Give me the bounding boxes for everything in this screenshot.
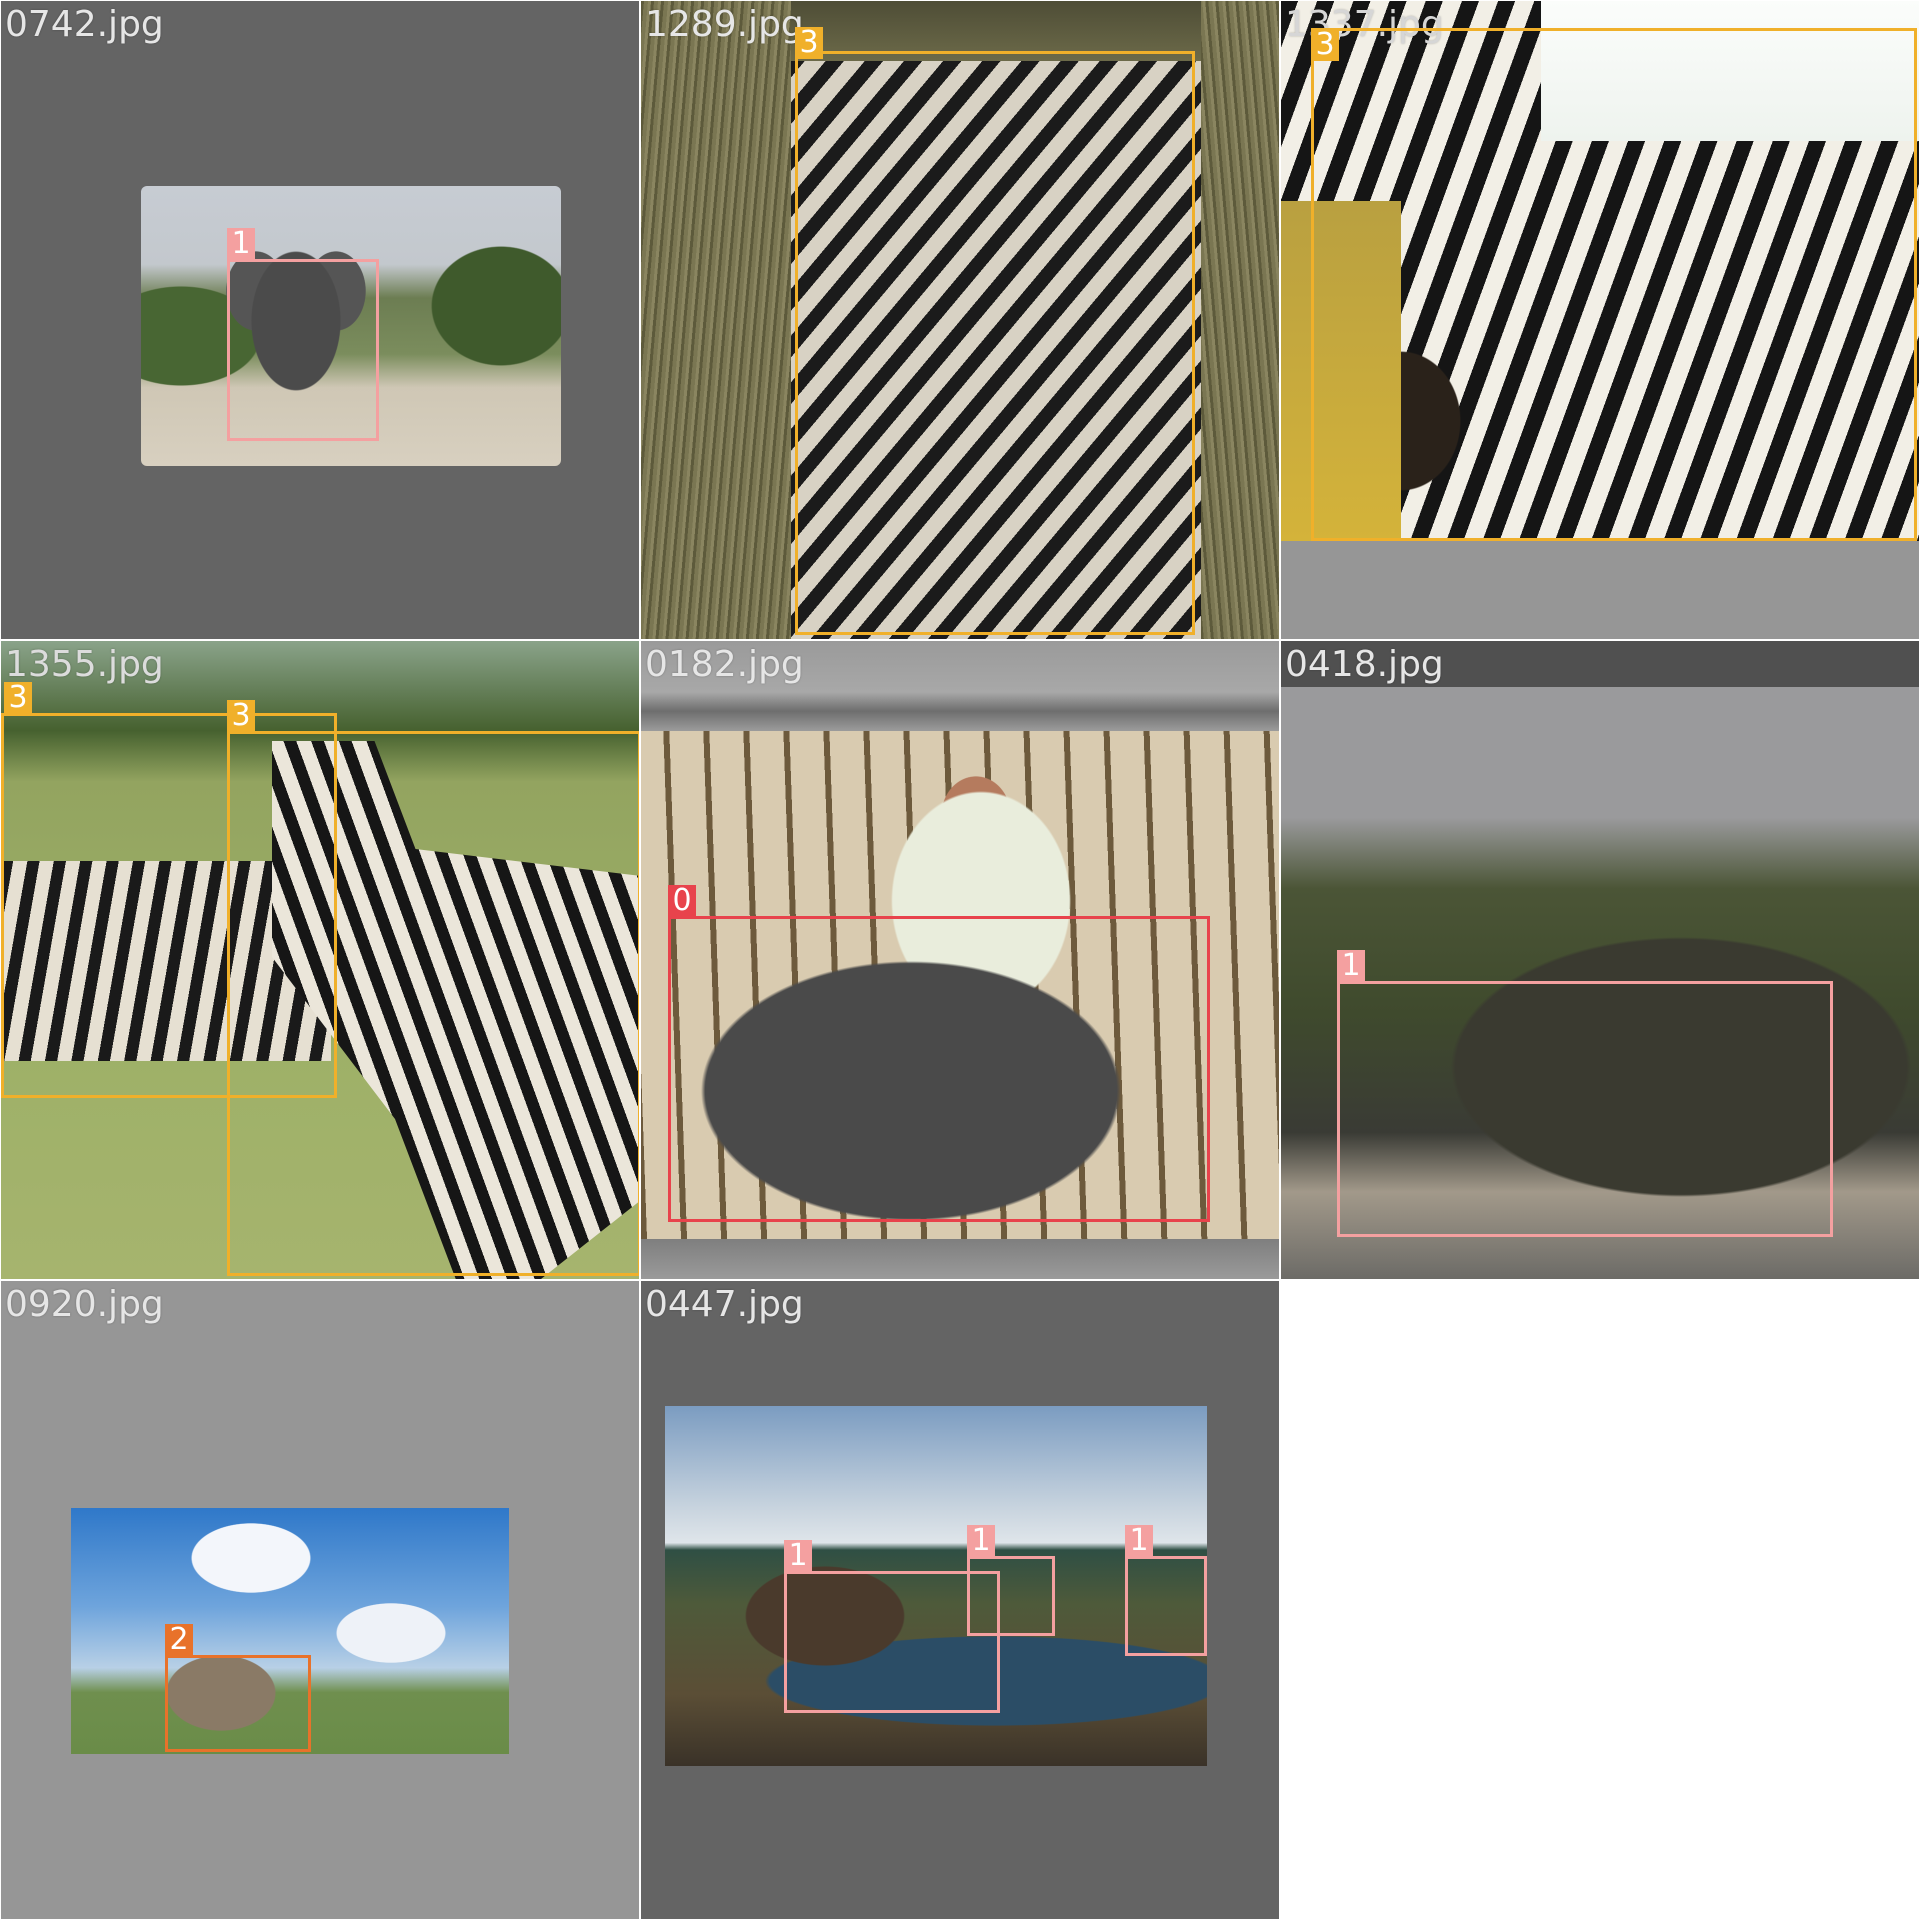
- tile-1337[interactable]: 1337.jpg 3: [1280, 0, 1920, 640]
- empty-cell: [1280, 1280, 1920, 1920]
- class-tag: 1: [967, 1525, 995, 1557]
- grass-overlay-right: [1201, 1, 1279, 639]
- tile-0742[interactable]: 0742.jpg 1: [0, 0, 640, 640]
- bbox-elephant-right[interactable]: 1: [1125, 1525, 1207, 1656]
- bbox-zebra[interactable]: 3: [795, 27, 1195, 635]
- class-tag: 1: [227, 228, 255, 260]
- tile-1289[interactable]: 1289.jpg 3: [640, 0, 1280, 640]
- class-tag: 1: [1125, 1525, 1153, 1557]
- class-tag: 3: [227, 700, 255, 732]
- filename-label: 0920.jpg: [5, 1284, 164, 1325]
- tile-0418[interactable]: 0418.jpg 1: [1280, 640, 1920, 1280]
- filename-label: 0182.jpg: [645, 644, 804, 685]
- tile-0447[interactable]: 0447.jpg 1 1 1: [640, 1280, 1280, 1920]
- tile-0182[interactable]: 0182.jpg 0: [640, 640, 1280, 1280]
- bbox-elephant[interactable]: 1: [227, 228, 379, 441]
- bbox-buffalo[interactable]: 0: [668, 885, 1210, 1222]
- bbox-rhino[interactable]: 2: [165, 1624, 311, 1752]
- image-mosaic-grid: 0742.jpg 1 1289.jpg 3 1337.jpg 3 1355.jp…: [0, 0, 1920, 1920]
- filename-label: 0742.jpg: [5, 4, 164, 45]
- bbox-zebra-right[interactable]: 3: [227, 700, 639, 1276]
- filename-label: 1289.jpg: [645, 4, 804, 45]
- class-tag: 0: [668, 885, 696, 917]
- class-tag: 1: [1337, 950, 1365, 982]
- class-tag: 3: [795, 27, 823, 59]
- class-tag: 3: [4, 682, 32, 714]
- bbox-zebra[interactable]: 3: [1311, 28, 1917, 541]
- grass-overlay-left: [641, 1, 791, 639]
- filename-label: 0418.jpg: [1285, 644, 1444, 685]
- class-tag: 1: [784, 1540, 812, 1572]
- tile-0920[interactable]: 0920.jpg 2: [0, 1280, 640, 1920]
- bbox-elephant[interactable]: 1: [1337, 950, 1833, 1237]
- tile-1355[interactable]: 1355.jpg 3 3: [0, 640, 640, 1280]
- class-tag: 2: [165, 1624, 193, 1656]
- filename-label: 1355.jpg: [5, 644, 164, 685]
- class-tag: 3: [1311, 29, 1339, 61]
- bbox-elephant-middle[interactable]: 1: [967, 1525, 1055, 1636]
- filename-label: 0447.jpg: [645, 1284, 804, 1325]
